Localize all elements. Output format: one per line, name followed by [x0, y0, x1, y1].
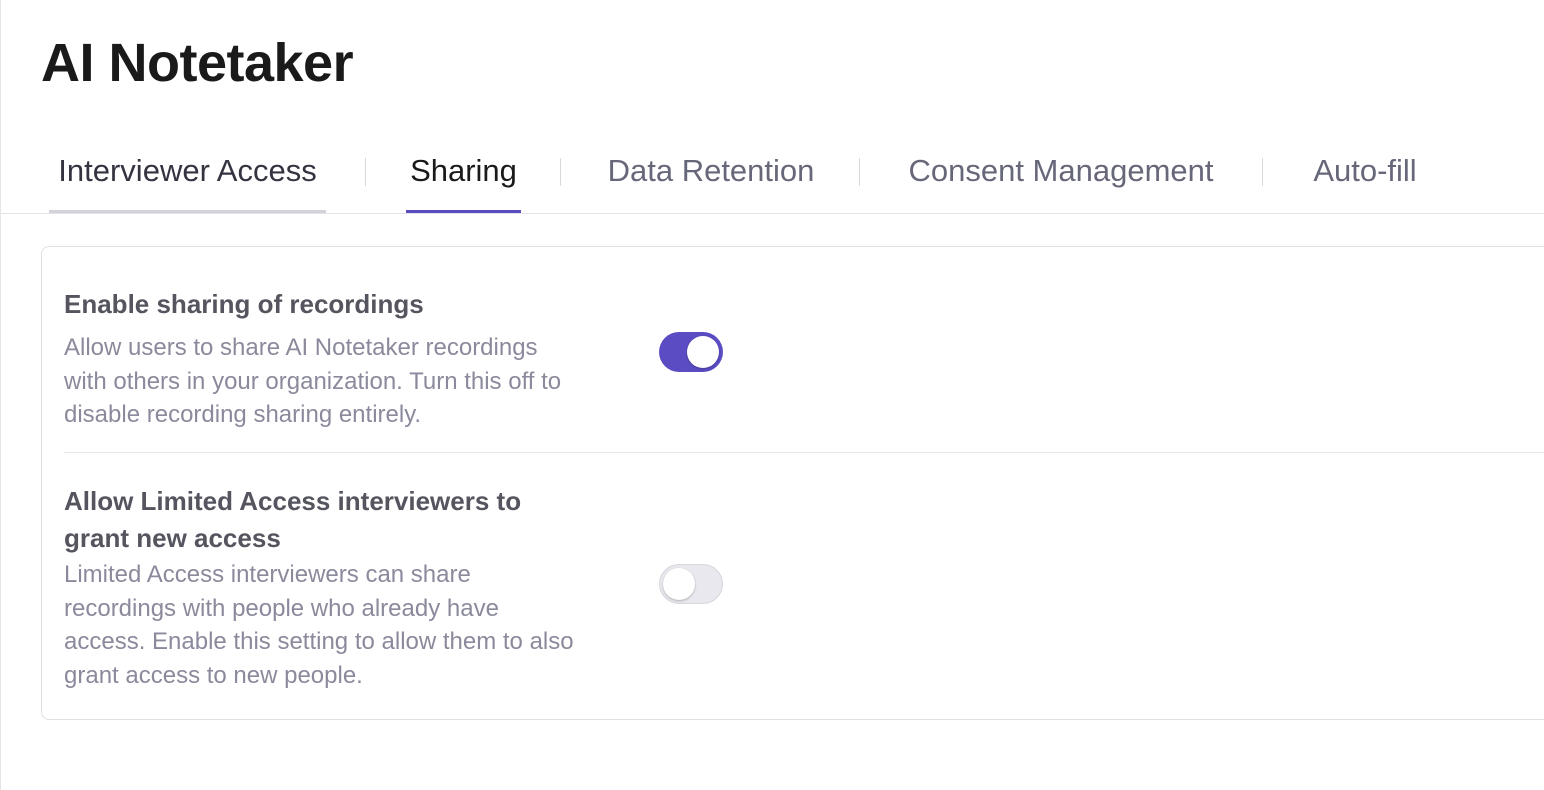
limited-access-grant-toggle[interactable] [659, 564, 723, 604]
setting-description-limited-access-grant: Limited Access interviewers can share re… [64, 561, 574, 689]
settings-tabs: Interviewer Access Sharing Data Retentio… [1, 148, 1544, 214]
tab-interviewer-access[interactable]: Interviewer Access [49, 148, 326, 213]
setting-title-enable-sharing: Enable sharing of recordings [64, 289, 424, 319]
settings-page: AI Notetaker Interviewer Access Sharing … [0, 0, 1544, 790]
tab-sharing[interactable]: Sharing [406, 148, 521, 213]
enable-sharing-toggle[interactable] [659, 332, 723, 372]
tab-separator [560, 158, 561, 186]
tab-separator [1262, 158, 1263, 186]
tab-data-retention[interactable]: Data Retention [601, 148, 821, 213]
setting-title-limited-access-grant: Allow Limited Access interviewers to gra… [64, 486, 522, 553]
toggle-knob [687, 336, 719, 368]
tab-consent-management[interactable]: Consent Management [900, 148, 1222, 213]
tab-separator [365, 158, 366, 186]
page-title: AI Notetaker [41, 33, 354, 93]
tab-separator [859, 158, 860, 186]
tab-auto-fill[interactable]: Auto-fill [1303, 148, 1427, 213]
settings-divider [64, 452, 1544, 453]
setting-description-enable-sharing: Allow users to share AI Notetaker record… [64, 334, 562, 428]
sharing-settings-card: Enable sharing of recordings Allow users… [41, 246, 1544, 720]
toggle-knob [663, 568, 695, 600]
